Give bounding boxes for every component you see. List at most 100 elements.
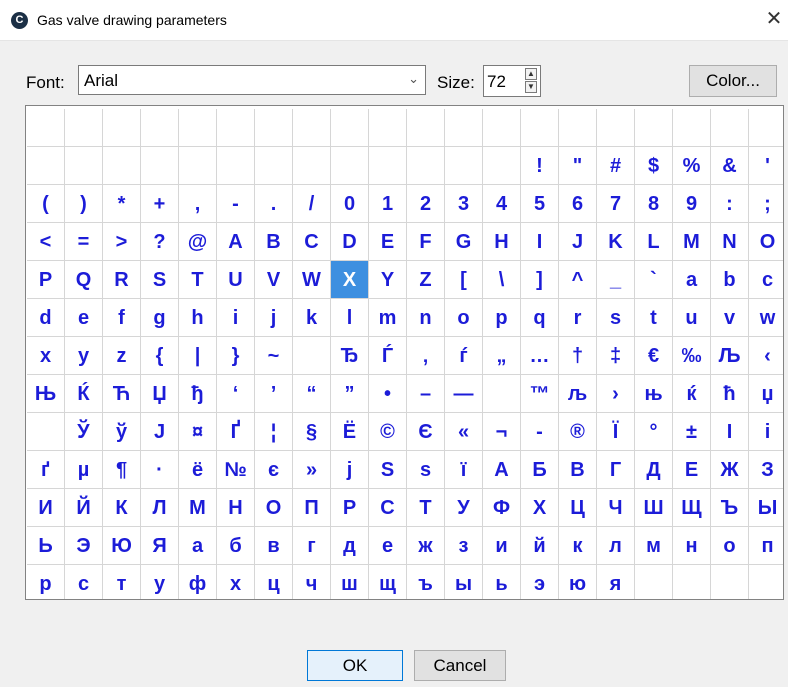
character-cell[interactable]: ш <box>331 565 369 599</box>
character-cell[interactable]: ‚ <box>407 337 445 375</box>
character-cell[interactable]: c <box>749 261 783 299</box>
character-cell[interactable]: Ј <box>141 413 179 451</box>
character-cell[interactable]: Ф <box>483 489 521 527</box>
character-cell[interactable]: q <box>521 299 559 337</box>
character-cell[interactable]: ‰ <box>673 337 711 375</box>
character-cell[interactable]: ќ <box>673 375 711 413</box>
character-cell[interactable]: ц <box>255 565 293 599</box>
character-cell[interactable]: b <box>711 261 749 299</box>
character-cell[interactable]: Ъ <box>711 489 749 527</box>
character-cell[interactable]: Б <box>521 451 559 489</box>
character-cell[interactable]: › <box>597 375 635 413</box>
character-cell[interactable]: T <box>179 261 217 299</box>
character-cell[interactable]: v <box>711 299 749 337</box>
character-cell[interactable]: ѓ <box>445 337 483 375</box>
character-cell[interactable]: И <box>27 489 65 527</box>
character-cell[interactable]: 9 <box>673 185 711 223</box>
character-cell[interactable]: Ќ <box>65 375 103 413</box>
character-cell[interactable]: З <box>749 451 783 489</box>
spin-down-icon[interactable]: ▼ <box>525 81 537 93</box>
character-cell[interactable]: м <box>635 527 673 565</box>
character-cell[interactable]: ѕ <box>407 451 445 489</box>
character-cell[interactable]: > <box>103 223 141 261</box>
character-cell[interactable]: е <box>369 527 407 565</box>
character-cell[interactable]: e <box>65 299 103 337</box>
character-cell[interactable]: ю <box>559 565 597 599</box>
character-cell[interactable]: ° <box>635 413 673 451</box>
character-cell[interactable]: $ <box>635 147 673 185</box>
color-button[interactable]: Color... <box>689 65 777 97</box>
character-cell[interactable]: [ <box>445 261 483 299</box>
character-cell[interactable]: в <box>255 527 293 565</box>
character-cell[interactable]: ё <box>179 451 217 489</box>
character-cell[interactable]: ‹ <box>749 337 783 375</box>
character-cell[interactable]: щ <box>369 565 407 599</box>
character-cell[interactable]: ж <box>407 527 445 565</box>
character-cell[interactable]: г <box>293 527 331 565</box>
character-cell[interactable]: Њ <box>27 375 65 413</box>
character-cell[interactable]: ~ <box>255 337 293 375</box>
character-cell[interactable]: ¶ <box>103 451 141 489</box>
character-cell[interactable]: Ж <box>711 451 749 489</box>
character-cell[interactable]: л <box>597 527 635 565</box>
spin-up-icon[interactable]: ▲ <box>525 68 537 80</box>
character-cell[interactable]: 8 <box>635 185 673 223</box>
character-cell[interactable]: 5 <box>521 185 559 223</box>
character-cell[interactable]: Љ <box>711 337 749 375</box>
character-cell[interactable]: д <box>331 527 369 565</box>
character-cell[interactable]: Ґ <box>217 413 255 451</box>
character-cell[interactable]: o <box>445 299 483 337</box>
character-cell[interactable]: Н <box>217 489 255 527</box>
character-cell[interactable]: ј <box>331 451 369 489</box>
character-cell[interactable]: ў <box>103 413 141 451</box>
character-cell[interactable]: “ <box>293 375 331 413</box>
character-cell[interactable]: p <box>483 299 521 337</box>
character-cell[interactable]: 7 <box>597 185 635 223</box>
character-cell[interactable]: Р <box>331 489 369 527</box>
character-cell[interactable]: J <box>559 223 597 261</box>
character-cell[interactable]: ™ <box>521 375 559 413</box>
character-cell[interactable]: ћ <box>711 375 749 413</box>
character-cell[interactable]: Ю <box>103 527 141 565</box>
character-cell[interactable]: І <box>711 413 749 451</box>
character-cell[interactable]: х <box>217 565 255 599</box>
character-cell[interactable]: п <box>749 527 783 565</box>
character-cell[interactable]: § <box>293 413 331 451</box>
cancel-button[interactable]: Cancel <box>414 650 506 681</box>
character-cell[interactable]: љ <box>559 375 597 413</box>
character-cell[interactable]: њ <box>635 375 673 413</box>
character-cell[interactable]: m <box>369 299 407 337</box>
character-cell[interactable]: … <box>521 337 559 375</box>
character-cell[interactable]: П <box>293 489 331 527</box>
character-cell[interactable]: ' <box>749 147 783 185</box>
character-cell[interactable]: . <box>255 185 293 223</box>
character-cell[interactable]: ! <box>521 147 559 185</box>
character-cell[interactable]: n <box>407 299 445 337</box>
character-cell[interactable]: + <box>141 185 179 223</box>
character-cell[interactable]: — <box>445 375 483 413</box>
character-cell[interactable]: V <box>255 261 293 299</box>
character-cell[interactable]: й <box>521 527 559 565</box>
character-cell[interactable]: Ь <box>27 527 65 565</box>
character-cell[interactable]: µ <box>65 451 103 489</box>
character-cell[interactable]: , <box>179 185 217 223</box>
character-cell[interactable]: ь <box>483 565 521 599</box>
character-cell[interactable]: • <box>369 375 407 413</box>
character-cell[interactable]: з <box>445 527 483 565</box>
character-cell[interactable]: ® <box>559 413 597 451</box>
character-cell[interactable]: Э <box>65 527 103 565</box>
character-cell[interactable]: O <box>749 223 783 261</box>
character-cell[interactable]: f <box>103 299 141 337</box>
character-cell[interactable]: E <box>369 223 407 261</box>
character-cell[interactable]: I <box>521 223 559 261</box>
character-cell[interactable]: ^ <box>559 261 597 299</box>
character-cell[interactable]: k <box>293 299 331 337</box>
character-cell[interactable]: 3 <box>445 185 483 223</box>
character-cell[interactable]: џ <box>749 375 783 413</box>
character-grid[interactable]: ! " # $% & '() * +, -./0 1 2 3 4 5 6 7 8 9:; < = >? @ A B C D E F G H… <box>25 105 784 600</box>
character-cell[interactable]: r <box>559 299 597 337</box>
character-cell[interactable]: р <box>27 565 65 599</box>
character-cell[interactable]: z <box>103 337 141 375</box>
character-cell[interactable]: P <box>27 261 65 299</box>
character-cell[interactable]: † <box>559 337 597 375</box>
